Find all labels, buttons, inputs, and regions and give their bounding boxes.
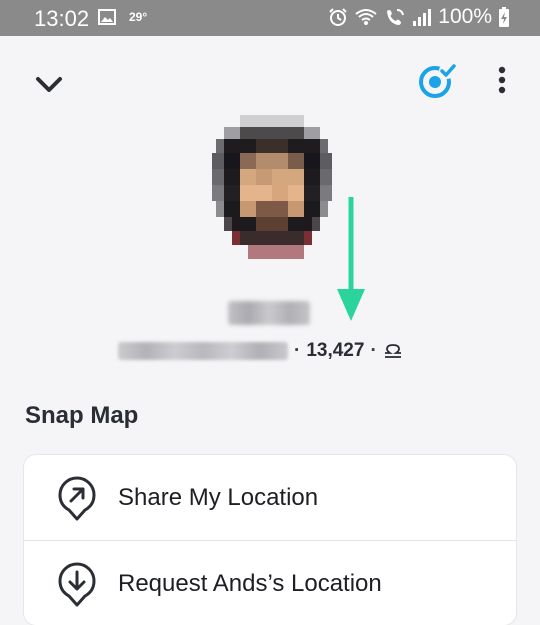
request-location-label: Request Ands’s Location [118, 569, 382, 597]
avatar[interactable] [208, 115, 336, 261]
snap-score[interactable]: 13,427 [306, 340, 364, 362]
request-location-icon [58, 562, 96, 607]
battery-charging-icon [499, 7, 509, 27]
status-temperature: 29° [129, 10, 148, 24]
libra-icon[interactable] [383, 343, 403, 359]
battery-percentage: 100% [438, 5, 492, 28]
section-title-snap-map: Snap Map [25, 402, 139, 429]
gallery-icon [98, 9, 116, 25]
separator-dot: · [370, 340, 377, 361]
arrow-annotation [337, 197, 365, 321]
username-redacted [118, 342, 288, 360]
wifi-calling-icon [387, 9, 405, 25]
share-location-label: Share My Location [118, 483, 319, 511]
status-time: 13:02 [34, 6, 90, 31]
chevron-down-icon[interactable] [32, 68, 66, 102]
status-bar: 13:02 29° 100% [0, 0, 540, 36]
display-name-redacted [228, 301, 310, 325]
snap-map-card: Share My Location Request Ands’s Locatio… [24, 455, 516, 625]
status-icons: 100% [328, 5, 510, 29]
share-location-icon [58, 476, 96, 521]
wifi-icon [355, 9, 377, 25]
signal-icon [413, 9, 432, 26]
separator-dot: · [294, 340, 301, 361]
request-location-button[interactable]: Request Ands’s Location [24, 540, 516, 625]
share-location-button[interactable]: Share My Location [24, 455, 516, 540]
story-check-icon[interactable] [416, 60, 458, 102]
alarm-icon [329, 8, 347, 26]
more-vertical-icon[interactable] [490, 64, 514, 98]
profile-meta: · 13,427 · [118, 336, 403, 366]
